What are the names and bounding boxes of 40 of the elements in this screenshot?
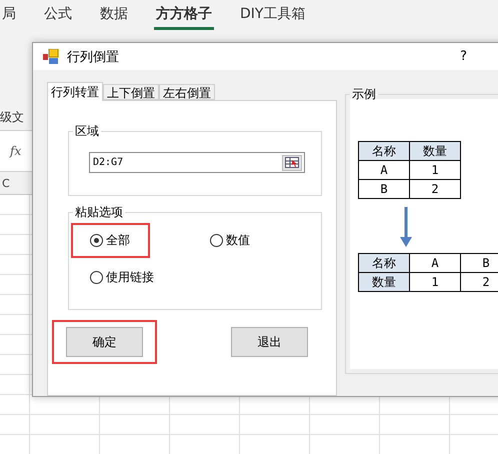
table-cell: 2 xyxy=(410,180,460,198)
range-field[interactable]: D2:G7 xyxy=(89,152,305,173)
header-cell: 数量 xyxy=(410,142,460,160)
radio-option[interactable]: 全部 xyxy=(90,232,130,249)
range-picker-button[interactable] xyxy=(282,154,302,170)
header-cell: 名称 xyxy=(358,254,410,272)
dialog-tab[interactable]: 上下倒置 xyxy=(103,84,159,100)
window-title: 行列倒置 xyxy=(67,48,120,66)
table-cell: 1 xyxy=(410,272,460,292)
dialog-tab[interactable]: 行列转置 xyxy=(47,82,103,101)
app-icon xyxy=(43,48,59,64)
group-title: 粘贴选项 xyxy=(74,204,124,221)
table-cell: 2 xyxy=(460,272,498,292)
radio-circle[interactable] xyxy=(90,271,103,284)
dialog-tab[interactable]: 左右倒置 xyxy=(159,84,215,100)
dialog-button[interactable]: 退出 xyxy=(231,327,308,357)
ribbon-tab[interactable]: 公式 xyxy=(42,0,74,30)
ribbon-tab[interactable]: DIY工具箱 xyxy=(238,0,308,30)
radio-option[interactable]: 数值 xyxy=(210,232,250,249)
radio-option[interactable]: 使用链接 xyxy=(90,269,154,286)
table-cell: A xyxy=(410,254,460,272)
ribbon-tab[interactable]: 局 xyxy=(0,0,18,30)
header-cell: 名称 xyxy=(358,142,410,160)
header-cell: 数量 xyxy=(358,272,410,292)
radio-circle[interactable] xyxy=(90,234,103,247)
help-button[interactable]: ? xyxy=(460,49,467,64)
toolbar-label: 级文 xyxy=(0,109,24,126)
formula-icon[interactable]: fx xyxy=(10,144,22,158)
down-arrow-icon xyxy=(400,207,412,247)
dialog-button[interactable]: 确定 xyxy=(66,327,143,357)
table-cell: B xyxy=(460,254,498,272)
ribbon-tab[interactable]: 方方格子 xyxy=(154,0,214,30)
table-cell: A xyxy=(358,160,410,180)
table-cell: 1 xyxy=(410,160,460,180)
column-header: C xyxy=(2,176,10,190)
group-title: 示例 xyxy=(351,86,377,103)
group-title: 区域 xyxy=(74,123,100,140)
radio-circle[interactable] xyxy=(210,234,223,247)
ribbon-tab[interactable]: 数据 xyxy=(98,0,130,30)
table-cell: B xyxy=(358,180,410,198)
